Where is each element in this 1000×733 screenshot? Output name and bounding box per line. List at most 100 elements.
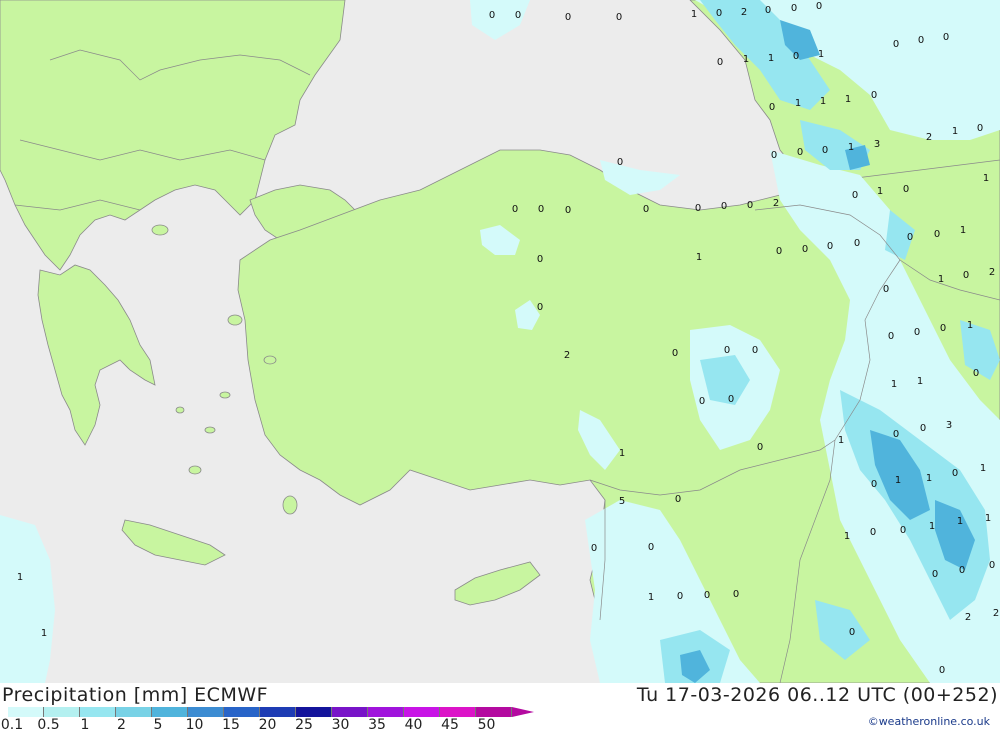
precipitation-value-label: 0 (672, 348, 678, 359)
precipitation-value-label: 0 (769, 102, 775, 113)
precipitation-value-label: 0 (765, 5, 771, 16)
precipitation-value-label: 2 (564, 350, 570, 361)
precipitation-value-label: 0 (893, 429, 899, 440)
precipitation-value-label: 2 (926, 132, 932, 143)
precipitation-value-label: 0 (903, 184, 909, 195)
precipitation-value-label: 1 (938, 274, 944, 285)
credit-link[interactable]: ©weatheronline.co.uk (868, 715, 990, 728)
precipitation-value-label: 0 (793, 51, 799, 62)
precipitation-value-label: 0 (989, 560, 995, 571)
legend-label: 0.1 (0, 717, 24, 733)
precipitation-value-label: 0 (776, 246, 782, 257)
precipitation-value-label: 0 (752, 345, 758, 356)
precipitation-value-label: 0 (643, 204, 649, 215)
precipitation-value-label: 0 (900, 525, 906, 536)
legend-label: 15 (222, 717, 240, 733)
precipitation-value-label: 1 (983, 173, 989, 184)
legend-labels: 0.1 0.5 1 2 5 10 15 20 25 30 35 40 45 50 (0, 717, 540, 733)
precipitation-value-label: 0 (648, 542, 654, 553)
precipitation-value-label: 1 (743, 54, 749, 65)
legend-arrow-icon (512, 707, 534, 717)
legend-label: 10 (185, 717, 204, 733)
precipitation-value-label: 1 (838, 435, 844, 446)
precipitation-value-label: 2 (965, 612, 971, 623)
map-footer: Precipitation [mm] ECMWF Tu 17-03-2026 0… (0, 683, 1000, 733)
precipitation-value-label: 3 (946, 420, 952, 431)
precipitation-value-label: 0 (914, 327, 920, 338)
precipitation-value-label: 0 (791, 3, 797, 14)
precipitation-value-label: 1 (848, 142, 854, 153)
precipitation-value-label: 0 (747, 200, 753, 211)
precipitation-value-label: 0 (716, 8, 722, 19)
legend-label: 45 (441, 717, 459, 733)
precipitation-value-label: 1 (891, 379, 897, 390)
precipitation-value-label: 0 (537, 302, 543, 313)
precipitation-value-label: 0 (565, 12, 571, 23)
precipitation-value-label: 0 (616, 12, 622, 23)
precipitation-value-label: 1 (17, 572, 23, 583)
precipitation-value-label: 1 (917, 376, 923, 387)
precipitation-value-label: 1 (926, 473, 932, 484)
precipitation-value-label: 1 (929, 521, 935, 532)
precipitation-value-label: 0 (959, 565, 965, 576)
legend-swatch (440, 707, 476, 717)
legend-swatch (260, 707, 296, 717)
legend-label: 25 (295, 717, 313, 733)
precipitation-value-label: 0 (802, 244, 808, 255)
legend-swatch (116, 707, 152, 717)
precipitation-value-label: 3 (874, 139, 880, 150)
precipitation-value-label: 0 (871, 90, 877, 101)
legend-swatch (152, 707, 188, 717)
legend-swatch (296, 707, 332, 717)
precipitation-value-label: 0 (675, 494, 681, 505)
precipitation-value-label: 0 (907, 232, 913, 243)
legend-label: 1 (80, 717, 90, 733)
precipitation-value-label: 1 (844, 531, 850, 542)
precipitation-value-label: 0 (940, 323, 946, 334)
precipitation-value-label: 1 (895, 475, 901, 486)
precipitation-value-label: 0 (893, 39, 899, 50)
precipitation-value-label: 0 (883, 284, 889, 295)
precipitation-value-label: 0 (512, 204, 518, 215)
precipitation-value-label: 0 (695, 203, 701, 214)
precipitation-value-label: 1 (820, 96, 826, 107)
precipitation-value-label: 1 (691, 9, 697, 20)
precipitation-value-label: 0 (939, 665, 945, 676)
precipitation-value-label: 0 (918, 35, 924, 46)
precipitation-value-label: 0 (822, 145, 828, 156)
legend-swatch (476, 707, 512, 717)
precipitation-legend-bar (8, 707, 534, 717)
legend-label: 2 (117, 717, 126, 733)
precipitation-value-label: 0 (888, 331, 894, 342)
precipitation-value-label: 0 (963, 270, 969, 281)
legend-label: 40 (404, 717, 423, 733)
precipitation-value-label: 0 (704, 590, 710, 601)
legend-label: 30 (331, 717, 350, 733)
precipitation-value-label: 1 (768, 53, 774, 64)
legend-swatch (332, 707, 368, 717)
precipitation-value-label: 0 (537, 254, 543, 265)
legend-label: 0.5 (37, 717, 60, 733)
precipitation-value-label: 1 (877, 186, 883, 197)
precipitation-value-label: 1 (985, 513, 991, 524)
precipitation-value-label: 5 (619, 496, 625, 507)
precipitation-value-label: 0 (952, 468, 958, 479)
precipitation-value-label: 1 (960, 225, 966, 236)
legend-swatch (188, 707, 224, 717)
precipitation-value-label: 1 (952, 126, 958, 137)
precipitation-value-label: 2 (993, 608, 999, 619)
precipitation-value-label: 0 (677, 591, 683, 602)
precipitation-value-label: 0 (724, 345, 730, 356)
precipitation-value-label: 0 (943, 32, 949, 43)
precipitation-map: 0 0 0 0 1 0 2 0 0 0 0 0 0 0 1 1 0 1 0 1 1 1 0 0 0 0 0 1 3 2 1 0 1 0 0 0 0 0 0 0… (0, 0, 1000, 683)
precipitation-value-label: 0 (591, 543, 597, 554)
legend-swatch (224, 707, 260, 717)
precipitation-value-label: 0 (849, 627, 855, 638)
precipitation-value-label: 0 (699, 396, 705, 407)
precipitation-value-label: 1 (980, 463, 986, 474)
precipitation-value-label: 0 (733, 589, 739, 600)
legend-swatch (44, 707, 80, 717)
precipitation-value-label: 0 (617, 157, 623, 168)
legend-swatch (368, 707, 404, 717)
precipitation-value-label: 0 (870, 527, 876, 538)
